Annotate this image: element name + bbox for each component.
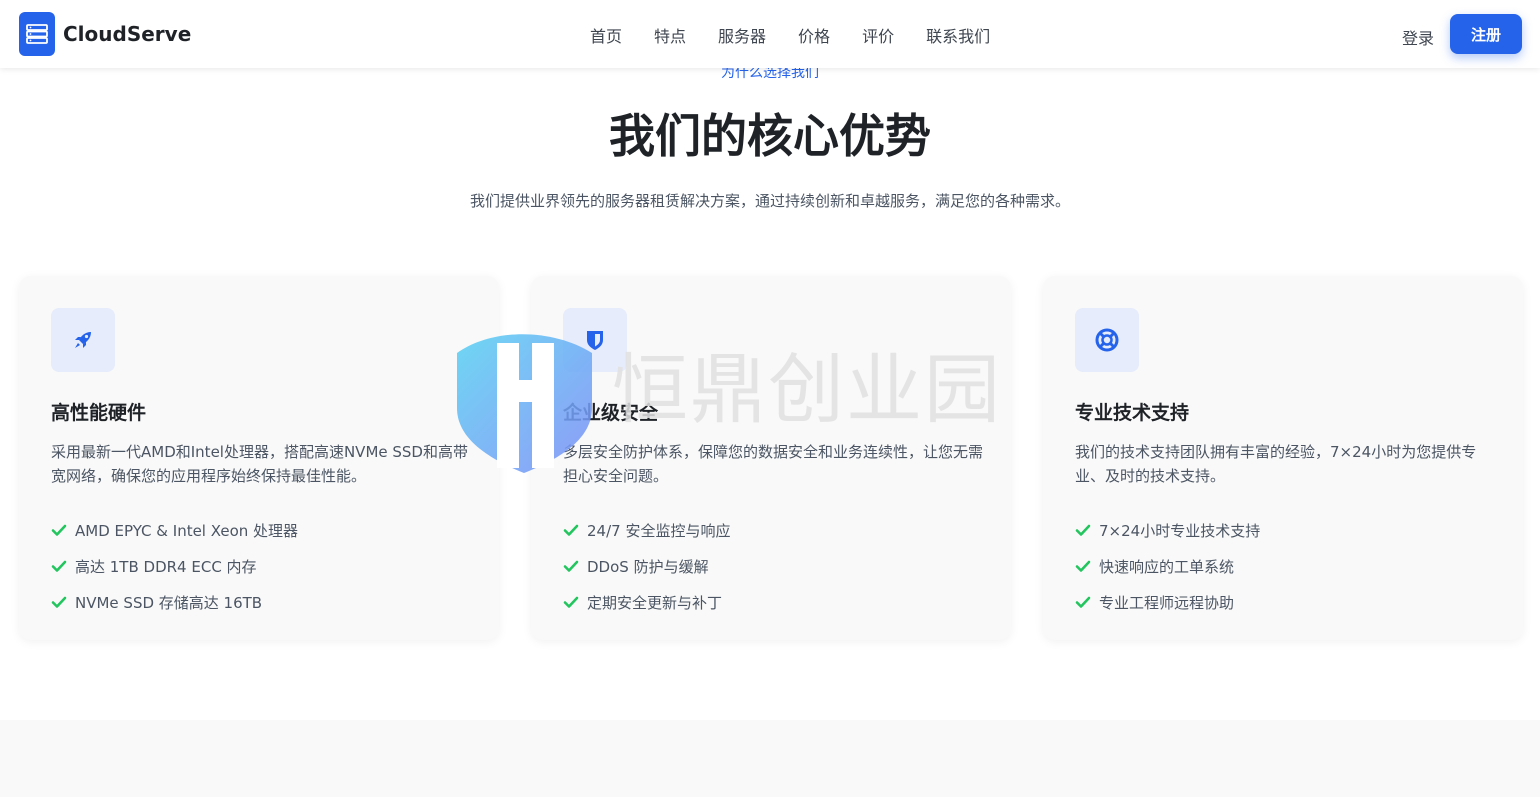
check-icon (51, 558, 67, 574)
feature-card-hardware: 高性能硬件 采用最新一代AMD和Intel处理器，搭配高速NVMe SSD和高带… (19, 276, 499, 640)
card-description: 多层安全防护体系，保障您的数据安全和业务连续性，让您无需担心安全问题。 (563, 443, 984, 485)
check-icon (1075, 558, 1091, 574)
list-item: NVMe SSD 存储高达 16TB (51, 584, 298, 620)
list-item: AMD EPYC & Intel Xeon 处理器 (51, 512, 298, 548)
list-item: 定期安全更新与补丁 (563, 584, 730, 620)
card-title: 企业级安全 (563, 402, 659, 424)
check-icon (51, 522, 67, 538)
feature-text: 高达 1TB DDR4 ECC 内存 (75, 557, 257, 576)
main-nav: 首页 特点 服务器 价格 评价 联系我们 (590, 23, 1022, 47)
feature-text: 快速响应的工单系统 (1099, 557, 1235, 576)
shield-icon (563, 308, 627, 372)
nav-item-reviews[interactable]: 评价 (862, 23, 894, 47)
nav-item-contact[interactable]: 联系我们 (926, 23, 990, 47)
section-subtitle: 我们提供业界领先的服务器租赁解决方案，通过持续创新和卓越服务，满足您的各种需求。 (469, 192, 1070, 210)
feature-card-support: 专业技术支持 我们的技术支持团队拥有丰富的经验，7×24小时为您提供专业、及时的… (1043, 276, 1523, 640)
check-icon (563, 522, 579, 538)
lifebuoy-icon (1075, 308, 1139, 372)
feature-list: 24/7 安全监控与响应 DDoS 防护与缓解 定期安全更新与补丁 (563, 512, 730, 620)
list-item: 7×24小时专业技术支持 (1075, 512, 1260, 548)
register-button[interactable]: 注册 (1450, 14, 1522, 54)
feature-text: AMD EPYC & Intel Xeon 处理器 (75, 521, 299, 540)
feature-card-security: 企业级安全 多层安全防护体系，保障您的数据安全和业务连续性，让您无需担心安全问题… (531, 276, 1011, 640)
brand-name: CloudServe (63, 22, 192, 46)
rocket-icon (51, 308, 115, 372)
next-section-band (0, 720, 1540, 797)
list-item: 高达 1TB DDR4 ECC 内存 (51, 548, 298, 584)
feature-text: 专业工程师远程协助 (1099, 593, 1235, 612)
check-icon (563, 558, 579, 574)
feature-text: 7×24小时专业技术支持 (1099, 521, 1261, 540)
list-item: 专业工程师远程协助 (1075, 584, 1260, 620)
feature-list: 7×24小时专业技术支持 快速响应的工单系统 专业工程师远程协助 (1075, 512, 1260, 620)
login-link[interactable]: 登录 (1402, 25, 1434, 49)
check-icon (51, 594, 67, 610)
section-title: 我们的核心优势 (609, 109, 931, 163)
brand-logo[interactable]: CloudServe (19, 12, 191, 56)
feature-text: 24/7 安全监控与响应 (587, 521, 731, 540)
list-item: DDoS 防护与缓解 (563, 548, 730, 584)
check-icon (1075, 522, 1091, 538)
feature-text: 定期安全更新与补丁 (587, 593, 723, 612)
server-icon (19, 12, 55, 56)
site-header: CloudServe 首页 特点 服务器 价格 评价 联系我们 登录 注册 (0, 0, 1540, 68)
check-icon (563, 594, 579, 610)
card-title: 专业技术支持 (1075, 402, 1190, 424)
nav-item-home[interactable]: 首页 (590, 23, 622, 47)
feature-list: AMD EPYC & Intel Xeon 处理器 高达 1TB DDR4 EC… (51, 512, 298, 620)
card-title: 高性能硬件 (51, 402, 147, 424)
card-description: 采用最新一代AMD和Intel处理器，搭配高速NVMe SSD和高带宽网络，确保… (51, 443, 468, 485)
list-item: 24/7 安全监控与响应 (563, 512, 730, 548)
list-item: 快速响应的工单系统 (1075, 548, 1260, 584)
check-icon (1075, 594, 1091, 610)
nav-item-pricing[interactable]: 价格 (798, 23, 830, 47)
feature-text: DDoS 防护与缓解 (587, 557, 709, 576)
card-description: 我们的技术支持团队拥有丰富的经验，7×24小时为您提供专业、及时的技术支持。 (1075, 443, 1477, 485)
nav-item-features[interactable]: 特点 (654, 23, 686, 47)
feature-text: NVMe SSD 存储高达 16TB (75, 593, 263, 612)
nav-item-servers[interactable]: 服务器 (718, 23, 766, 47)
